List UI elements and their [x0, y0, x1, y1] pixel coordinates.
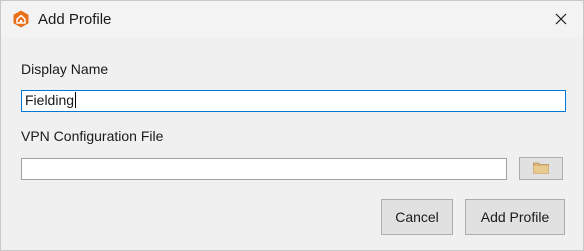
folder-icon	[533, 161, 549, 177]
close-button[interactable]	[539, 1, 583, 38]
close-icon	[555, 12, 567, 28]
title-bar: Add Profile	[1, 1, 583, 38]
add-profile-button[interactable]: Add Profile	[465, 199, 565, 235]
text-caret	[75, 92, 77, 108]
vpn-config-file-input[interactable]	[21, 158, 507, 180]
dialog-content: Display Name Fielding VPN Configuration …	[1, 38, 583, 250]
display-name-input[interactable]: Fielding	[21, 90, 566, 112]
vpn-config-file-label: VPN Configuration File	[21, 128, 164, 144]
display-name-label: Display Name	[21, 61, 109, 77]
display-name-value: Fielding	[25, 92, 75, 108]
app-logo-icon	[12, 10, 30, 28]
window-title: Add Profile	[38, 11, 112, 28]
cancel-button[interactable]: Cancel	[381, 199, 453, 235]
browse-file-button[interactable]	[519, 157, 563, 180]
add-profile-dialog: Add Profile Display Name Fielding VPN Co…	[0, 0, 584, 251]
